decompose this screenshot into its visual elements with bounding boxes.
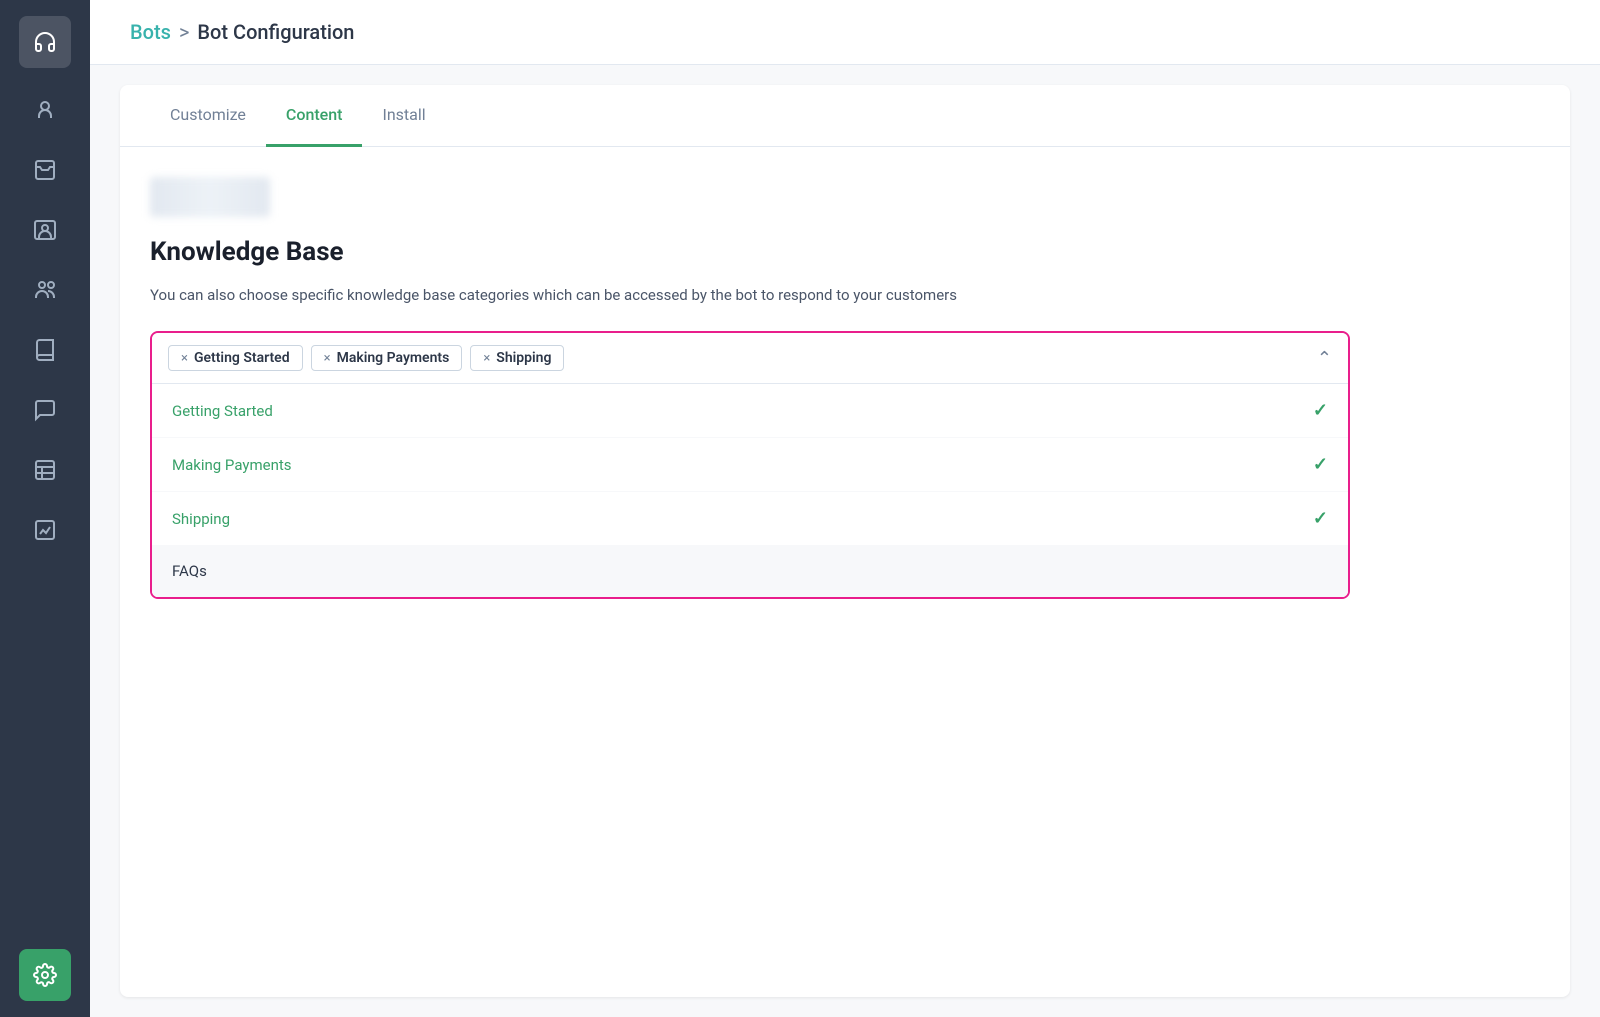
content-card: Customize Content Install Knowledge Base… bbox=[120, 85, 1570, 997]
tag-shipping[interactable]: × Shipping bbox=[470, 345, 564, 371]
tab-content[interactable]: Content bbox=[266, 85, 363, 147]
tag-making-payments[interactable]: × Making Payments bbox=[311, 345, 463, 371]
knowledge-base-section: Knowledge Base You can also choose speci… bbox=[120, 147, 1570, 629]
check-icon-getting-started: ✓ bbox=[1313, 400, 1328, 421]
check-icon-making-payments: ✓ bbox=[1313, 454, 1328, 475]
header: Bots > Bot Configuration bbox=[90, 0, 1600, 65]
chart-icon[interactable] bbox=[19, 504, 71, 556]
breadcrumb-separator: > bbox=[179, 20, 189, 44]
blurred-image-placeholder bbox=[150, 177, 270, 217]
dropdown-item-faqs[interactable]: FAQs bbox=[152, 546, 1348, 597]
dropdown-item-making-payments[interactable]: Making Payments ✓ bbox=[152, 438, 1348, 492]
category-dropdown-container: × Getting Started × Making Payments × Sh… bbox=[150, 331, 1350, 599]
settings-icon[interactable] bbox=[19, 949, 71, 1001]
section-description: You can also choose specific knowledge b… bbox=[150, 283, 1050, 307]
tab-install[interactable]: Install bbox=[362, 85, 445, 147]
chevron-up-icon[interactable]: ⌃ bbox=[1317, 348, 1332, 369]
tag-getting-started[interactable]: × Getting Started bbox=[168, 345, 303, 371]
sidebar bbox=[0, 0, 90, 1017]
team-icon[interactable] bbox=[19, 264, 71, 316]
tab-customize[interactable]: Customize bbox=[150, 85, 266, 147]
main-content: Bots > Bot Configuration Customize Conte… bbox=[90, 0, 1600, 1017]
table-icon[interactable] bbox=[19, 444, 71, 496]
breadcrumb-bots-link[interactable]: Bots bbox=[130, 20, 171, 44]
dropdown-item-shipping[interactable]: Shipping ✓ bbox=[152, 492, 1348, 546]
book-icon[interactable] bbox=[19, 324, 71, 376]
section-title: Knowledge Base bbox=[150, 237, 1540, 267]
user-circle-icon[interactable] bbox=[19, 84, 71, 136]
inbox-icon[interactable] bbox=[19, 144, 71, 196]
headset-icon[interactable] bbox=[19, 16, 71, 68]
check-icon-shipping: ✓ bbox=[1313, 508, 1328, 529]
dropdown-item-getting-started[interactable]: Getting Started ✓ bbox=[152, 384, 1348, 438]
chat-icon[interactable] bbox=[19, 384, 71, 436]
dropdown-header[interactable]: × Getting Started × Making Payments × Sh… bbox=[152, 333, 1348, 384]
tabs-bar: Customize Content Install bbox=[120, 85, 1570, 147]
contact-icon[interactable] bbox=[19, 204, 71, 256]
dropdown-list: Getting Started ✓ Making Payments ✓ Ship… bbox=[152, 384, 1348, 597]
breadcrumb-current: Bot Configuration bbox=[197, 20, 354, 44]
